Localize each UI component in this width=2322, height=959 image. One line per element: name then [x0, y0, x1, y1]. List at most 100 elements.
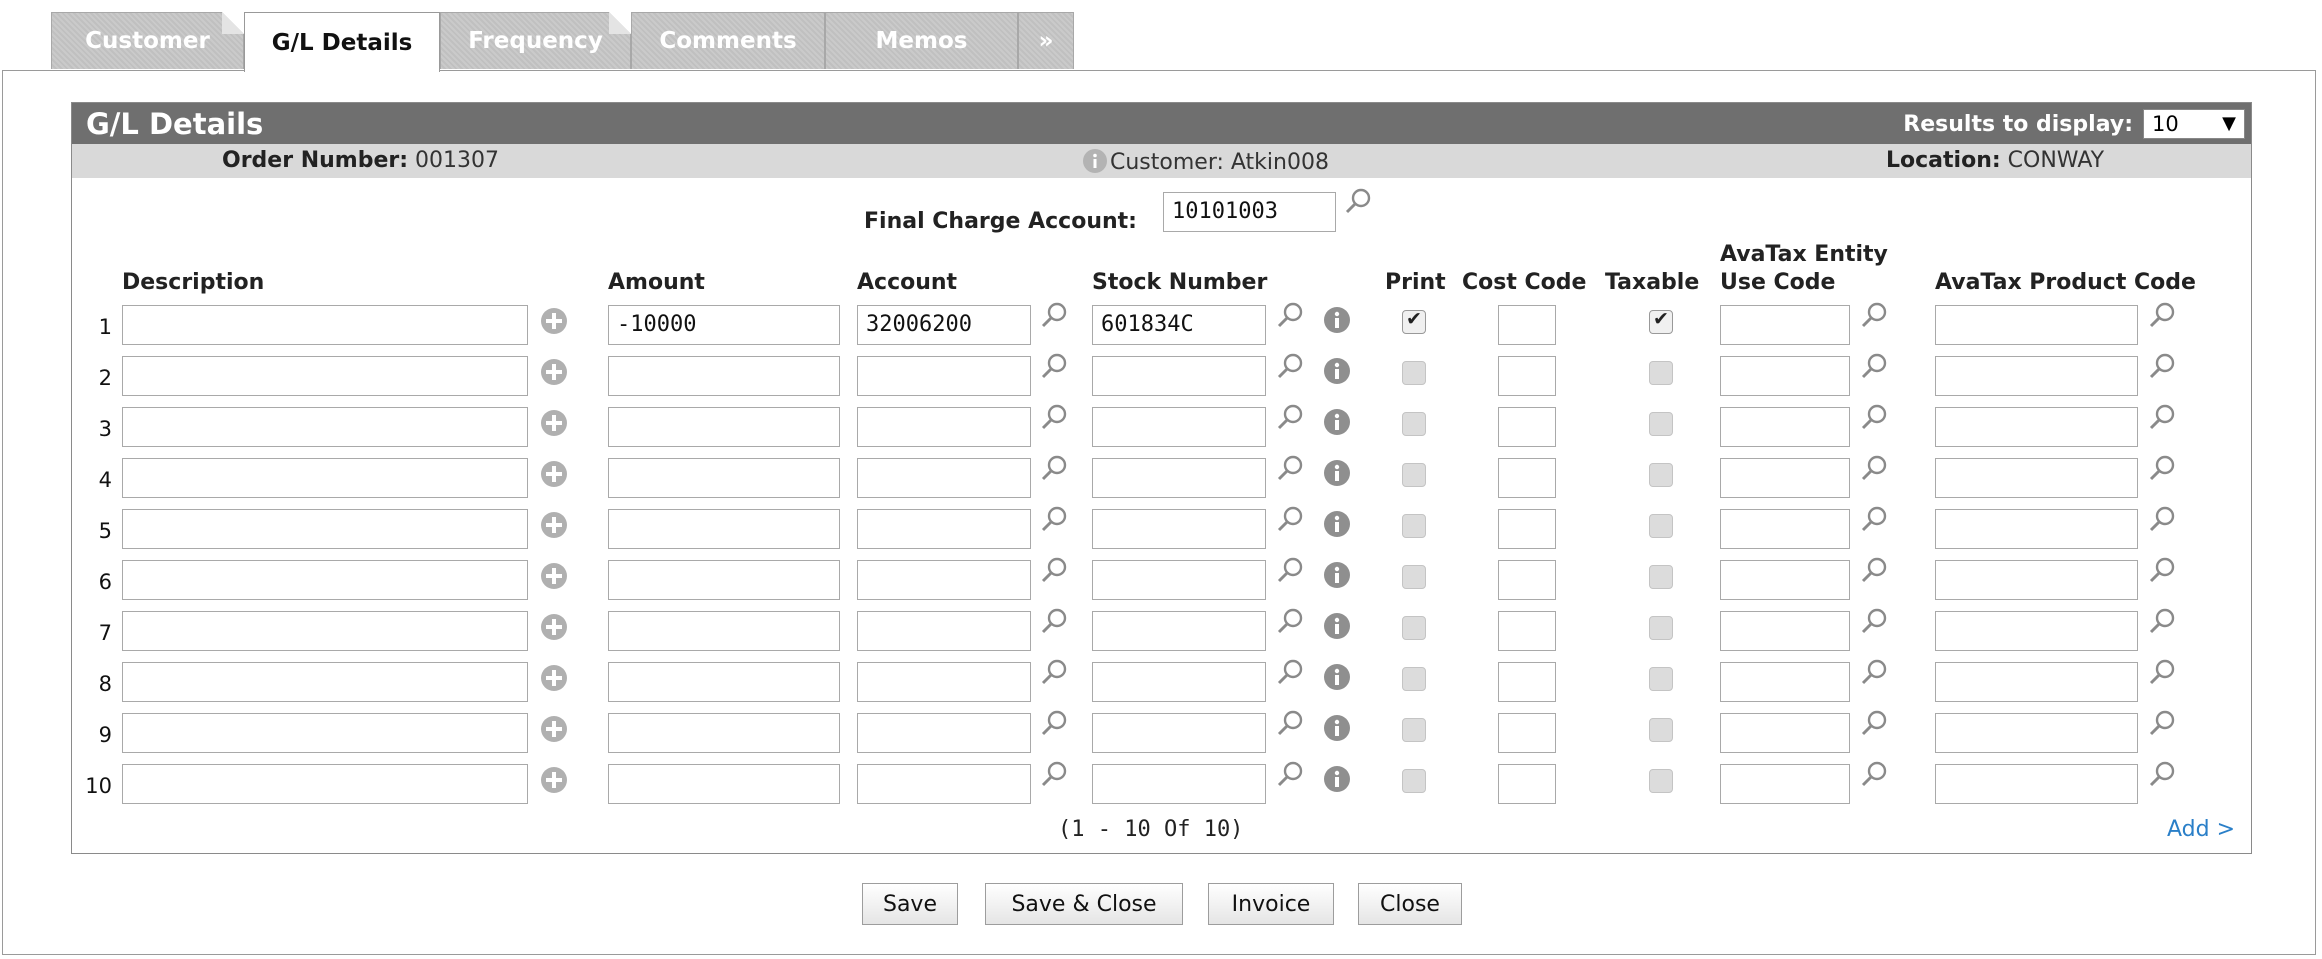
- amount-input[interactable]: [608, 764, 840, 804]
- magnifier-icon[interactable]: [1040, 556, 1070, 586]
- amount-input[interactable]: [608, 356, 840, 396]
- stock-number-input[interactable]: [1092, 356, 1266, 396]
- description-input[interactable]: [122, 458, 528, 498]
- stock-number-input[interactable]: [1092, 458, 1266, 498]
- magnifier-icon[interactable]: [1040, 709, 1070, 739]
- stock-number-input[interactable]: [1092, 662, 1266, 702]
- info-circle-icon[interactable]: [1082, 148, 1108, 174]
- magnifier-icon[interactable]: [2148, 658, 2178, 688]
- magnifier-icon[interactable]: [1860, 607, 1890, 637]
- avatax-entity-use-code-input[interactable]: [1720, 662, 1850, 702]
- magnifier-icon[interactable]: [2148, 301, 2178, 331]
- description-input[interactable]: [122, 509, 528, 549]
- magnifier-icon[interactable]: [1040, 454, 1070, 484]
- cost-code-input[interactable]: [1498, 407, 1556, 447]
- print-checkbox[interactable]: [1402, 308, 1426, 334]
- account-input[interactable]: [857, 560, 1031, 600]
- taxable-checkbox[interactable]: [1649, 616, 1673, 640]
- avatax-product-code-input[interactable]: [1935, 407, 2138, 447]
- amount-input[interactable]: [608, 611, 840, 651]
- stock-number-input[interactable]: [1092, 713, 1266, 753]
- taxable-checkbox[interactable]: [1649, 514, 1673, 538]
- description-input[interactable]: [122, 713, 528, 753]
- stock-number-input[interactable]: [1092, 560, 1266, 600]
- magnifier-icon[interactable]: [1040, 658, 1070, 688]
- magnifier-icon[interactable]: [1344, 187, 1374, 217]
- magnifier-icon[interactable]: [1276, 301, 1306, 331]
- avatax-product-code-input[interactable]: [1935, 509, 2138, 549]
- print-checkbox[interactable]: [1402, 361, 1426, 385]
- info-circle-icon[interactable]: [1322, 458, 1352, 488]
- plus-circle-icon[interactable]: [539, 765, 569, 795]
- cost-code-input[interactable]: [1498, 509, 1556, 549]
- info-circle-icon[interactable]: [1322, 560, 1352, 590]
- magnifier-icon[interactable]: [1860, 403, 1890, 433]
- results-to-display-select[interactable]: 10 ▼: [2143, 109, 2245, 139]
- plus-circle-icon[interactable]: [539, 561, 569, 591]
- info-circle-icon[interactable]: [1322, 509, 1352, 539]
- magnifier-icon[interactable]: [1276, 352, 1306, 382]
- magnifier-icon[interactable]: [2148, 505, 2178, 535]
- print-checkbox[interactable]: [1402, 667, 1426, 691]
- info-circle-icon[interactable]: [1322, 662, 1352, 692]
- magnifier-icon[interactable]: [1040, 760, 1070, 790]
- taxable-checkbox[interactable]: [1649, 308, 1673, 334]
- avatax-entity-use-code-input[interactable]: [1720, 509, 1850, 549]
- plus-circle-icon[interactable]: [539, 510, 569, 540]
- avatax-product-code-input[interactable]: [1935, 764, 2138, 804]
- stock-number-input[interactable]: [1092, 407, 1266, 447]
- description-input[interactable]: [122, 407, 528, 447]
- avatax-entity-use-code-input[interactable]: [1720, 458, 1850, 498]
- plus-circle-icon[interactable]: [539, 714, 569, 744]
- info-circle-icon[interactable]: [1322, 713, 1352, 743]
- magnifier-icon[interactable]: [1040, 607, 1070, 637]
- avatax-product-code-input[interactable]: [1935, 356, 2138, 396]
- amount-input[interactable]: -10000: [608, 305, 840, 345]
- account-input[interactable]: [857, 509, 1031, 549]
- info-circle-icon[interactable]: [1322, 305, 1352, 335]
- magnifier-icon[interactable]: [1276, 403, 1306, 433]
- magnifier-icon[interactable]: [1040, 505, 1070, 535]
- avatax-product-code-input[interactable]: [1935, 662, 2138, 702]
- amount-input[interactable]: [608, 509, 840, 549]
- cost-code-input[interactable]: [1498, 458, 1556, 498]
- close-button[interactable]: Close: [1358, 883, 1462, 925]
- avatax-product-code-input[interactable]: [1935, 458, 2138, 498]
- cost-code-input[interactable]: [1498, 611, 1556, 651]
- info-circle-icon[interactable]: [1322, 611, 1352, 641]
- magnifier-icon[interactable]: [1860, 709, 1890, 739]
- magnifier-icon[interactable]: [1276, 607, 1306, 637]
- description-input[interactable]: [122, 662, 528, 702]
- taxable-checkbox[interactable]: [1649, 463, 1673, 487]
- taxable-checkbox[interactable]: [1649, 565, 1673, 589]
- taxable-checkbox[interactable]: [1649, 361, 1673, 385]
- account-input[interactable]: [857, 407, 1031, 447]
- account-input[interactable]: 32006200: [857, 305, 1031, 345]
- plus-circle-icon[interactable]: [539, 612, 569, 642]
- avatax-product-code-input[interactable]: [1935, 611, 2138, 651]
- taxable-checkbox[interactable]: [1649, 718, 1673, 742]
- cost-code-input[interactable]: [1498, 713, 1556, 753]
- magnifier-icon[interactable]: [1860, 454, 1890, 484]
- avatax-product-code-input[interactable]: [1935, 560, 2138, 600]
- account-input[interactable]: [857, 611, 1031, 651]
- cost-code-input[interactable]: [1498, 560, 1556, 600]
- account-input[interactable]: [857, 662, 1031, 702]
- print-checkbox[interactable]: [1402, 463, 1426, 487]
- info-circle-icon[interactable]: [1322, 764, 1352, 794]
- magnifier-icon[interactable]: [2148, 760, 2178, 790]
- save-close-button[interactable]: Save & Close: [985, 883, 1183, 925]
- account-input[interactable]: [857, 458, 1031, 498]
- plus-circle-icon[interactable]: [539, 357, 569, 387]
- print-checkbox[interactable]: [1402, 769, 1426, 793]
- stock-number-input[interactable]: [1092, 509, 1266, 549]
- avatax-product-code-input[interactable]: [1935, 713, 2138, 753]
- magnifier-icon[interactable]: [1860, 301, 1890, 331]
- avatax-entity-use-code-input[interactable]: [1720, 407, 1850, 447]
- magnifier-icon[interactable]: [1276, 760, 1306, 790]
- save-button[interactable]: Save: [862, 883, 958, 925]
- print-checkbox[interactable]: [1402, 718, 1426, 742]
- account-input[interactable]: [857, 356, 1031, 396]
- print-checkbox[interactable]: [1402, 565, 1426, 589]
- tab-memos[interactable]: Memos: [825, 12, 1018, 69]
